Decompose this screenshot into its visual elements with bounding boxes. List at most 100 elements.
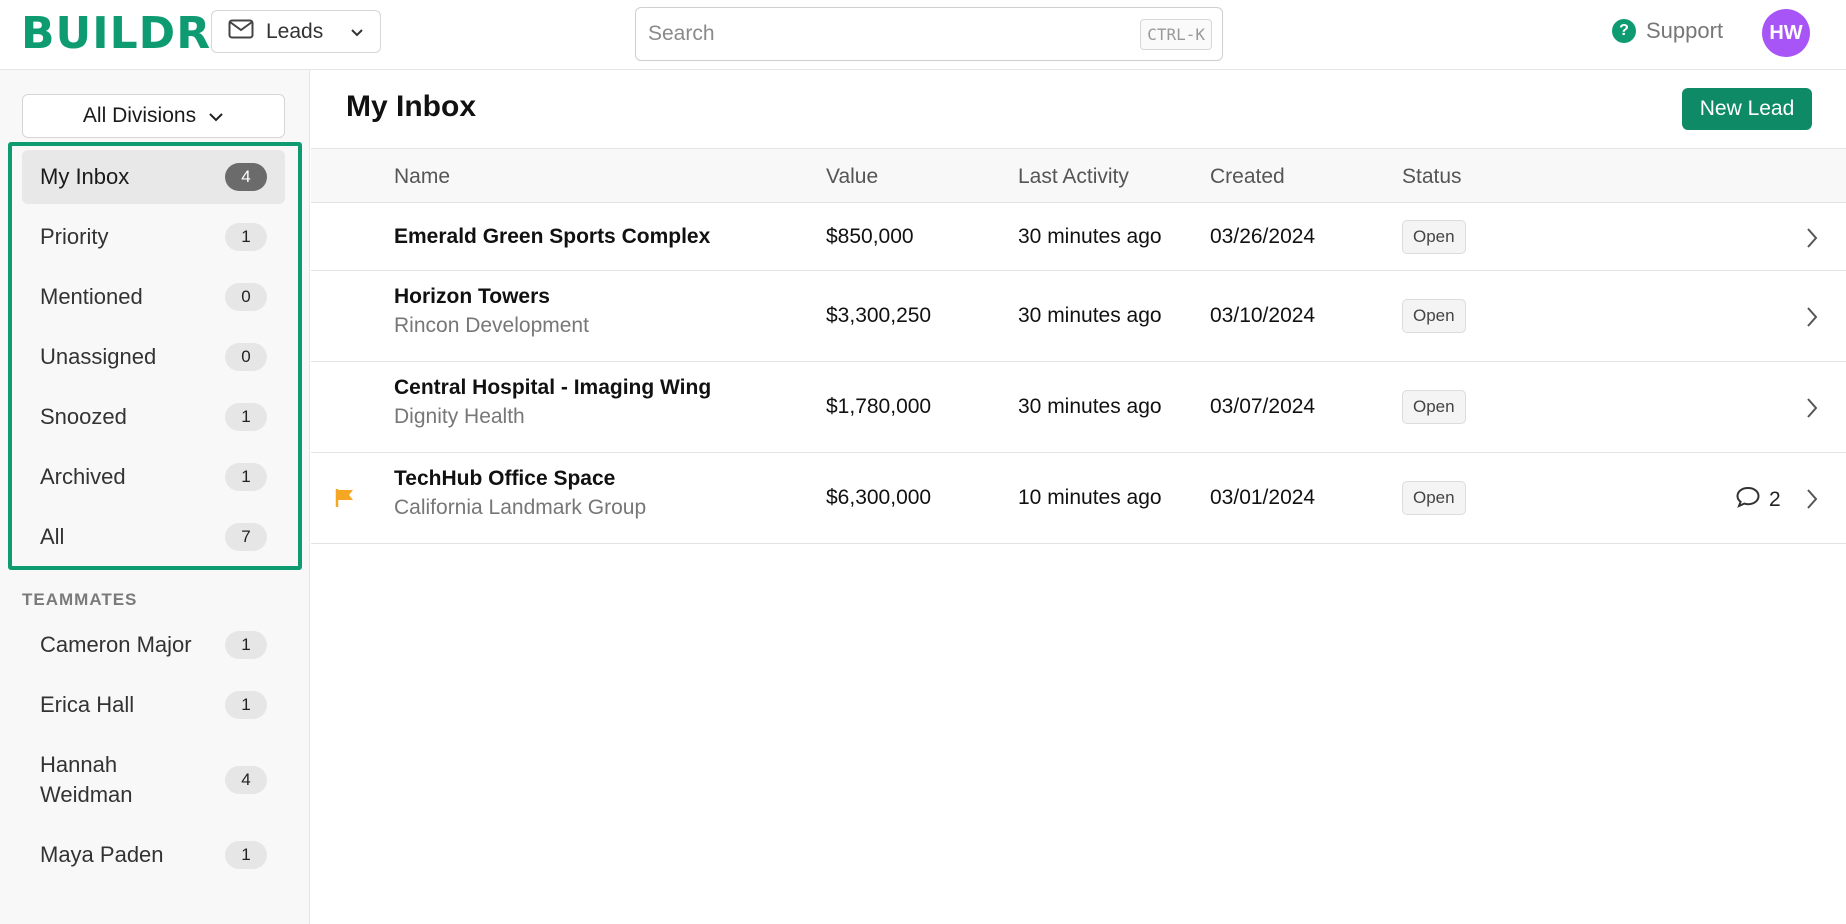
sidebar-item-priority[interactable]: Priority 1 bbox=[22, 210, 285, 264]
count-badge: 1 bbox=[225, 403, 267, 431]
table-row[interactable]: Central Hospital - Imaging Wing Dignity … bbox=[311, 362, 1846, 453]
divisions-dropdown[interactable]: All Divisions bbox=[22, 94, 285, 138]
status-badge: Open bbox=[1402, 390, 1466, 424]
count-badge: 1 bbox=[225, 841, 267, 869]
status-badge: Open bbox=[1402, 220, 1466, 254]
lead-value: $6,300,000 bbox=[826, 486, 932, 509]
lead-name-cell: TechHub Office Space California Landmark… bbox=[394, 467, 646, 520]
table-row[interactable]: Horizon Towers Rincon Development $3,300… bbox=[311, 271, 1846, 362]
search-shortcut-hint: CTRL-K bbox=[1140, 18, 1212, 50]
comment-count-value: 2 bbox=[1769, 488, 1781, 511]
lead-last-activity: 30 minutes ago bbox=[1018, 395, 1162, 418]
divisions-label: All Divisions bbox=[82, 104, 197, 127]
status-badge: Open bbox=[1402, 299, 1466, 333]
lead-last-activity: 30 minutes ago bbox=[1018, 304, 1162, 327]
sidebar-item-label: All bbox=[40, 524, 65, 549]
count-badge: 4 bbox=[225, 766, 267, 794]
sidebar-item-label: Cameron Major bbox=[40, 632, 192, 657]
lead-value: $1,780,000 bbox=[826, 395, 932, 418]
lead-created: 03/01/2024 bbox=[1210, 486, 1316, 509]
chevron-down-icon bbox=[208, 104, 224, 128]
sidebar-item-label: Unassigned bbox=[40, 344, 157, 369]
search-box[interactable]: CTRL-K bbox=[635, 7, 1223, 61]
product-switcher-label: Leads bbox=[266, 19, 324, 43]
product-switcher[interactable]: Leads bbox=[211, 10, 381, 53]
sidebar-item-teammate[interactable]: Maya Paden 1 bbox=[22, 828, 285, 882]
table-row[interactable]: Emerald Green Sports Complex $850,000 30… bbox=[311, 204, 1846, 271]
count-badge: 4 bbox=[225, 163, 267, 191]
sidebar-item-mentioned[interactable]: Mentioned 0 bbox=[22, 270, 285, 324]
chevron-right-icon[interactable] bbox=[1805, 396, 1819, 425]
sidebar-item-unassigned[interactable]: Unassigned 0 bbox=[22, 330, 285, 384]
count-badge: 0 bbox=[225, 283, 267, 311]
comment-count[interactable]: 2 bbox=[1735, 485, 1781, 515]
lead-created: 03/10/2024 bbox=[1210, 304, 1316, 327]
chevron-right-icon[interactable] bbox=[1805, 226, 1819, 255]
lead-name-cell: Horizon Towers Rincon Development bbox=[394, 285, 589, 338]
sidebar-item-label: Hannah Weidman bbox=[40, 750, 133, 810]
lead-created: 03/07/2024 bbox=[1210, 395, 1316, 418]
sidebar-item-teammate[interactable]: Erica Hall 1 bbox=[22, 678, 285, 732]
table-row[interactable]: TechHub Office Space California Landmark… bbox=[311, 453, 1846, 544]
lead-last-activity: 10 minutes ago bbox=[1018, 486, 1162, 509]
envelope-icon bbox=[228, 19, 254, 45]
sidebar: All Divisions My Inbox 4 Priority 1 Ment… bbox=[0, 70, 310, 924]
lead-created: 03/26/2024 bbox=[1210, 225, 1316, 248]
lead-name: Emerald Green Sports Complex bbox=[394, 225, 711, 248]
lead-last-activity: 30 minutes ago bbox=[1018, 225, 1162, 248]
lead-company: Dignity Health bbox=[394, 405, 525, 428]
lead-name: TechHub Office Space bbox=[394, 467, 616, 490]
lead-name-cell: Central Hospital - Imaging Wing Dignity … bbox=[394, 376, 711, 429]
count-badge: 1 bbox=[225, 691, 267, 719]
support-label: Support bbox=[1646, 18, 1724, 43]
lead-name: Central Hospital - Imaging Wing bbox=[394, 376, 712, 399]
count-badge: 1 bbox=[225, 631, 267, 659]
sidebar-item-label: Archived bbox=[40, 464, 126, 489]
sidebar-item-my-inbox[interactable]: My Inbox 4 bbox=[22, 150, 285, 204]
column-header-value[interactable]: Value bbox=[826, 165, 878, 189]
lead-company: California Landmark Group bbox=[394, 496, 647, 519]
count-badge: 0 bbox=[225, 343, 267, 371]
lead-value: $850,000 bbox=[826, 225, 914, 248]
top-bar: BUILDR Leads CTRL-K ? Support HW bbox=[0, 0, 1846, 70]
flag-icon bbox=[334, 487, 356, 514]
sidebar-item-label: Snoozed bbox=[40, 404, 127, 429]
sidebar-item-label: Mentioned bbox=[40, 284, 143, 309]
teammates-heading: TEAMMATES bbox=[22, 590, 138, 609]
column-header-status[interactable]: Status bbox=[1402, 165, 1462, 189]
sidebar-item-teammate[interactable]: Cameron Major 1 bbox=[22, 618, 285, 672]
count-badge: 7 bbox=[225, 523, 267, 551]
lead-name: Horizon Towers bbox=[394, 285, 550, 308]
chevron-right-icon[interactable] bbox=[1805, 487, 1819, 516]
status-badge: Open bbox=[1402, 481, 1466, 515]
page-title: My Inbox bbox=[346, 90, 477, 123]
main-content: My Inbox New Lead Name Value Last Activi… bbox=[311, 70, 1846, 924]
sidebar-item-label: Maya Paden bbox=[40, 842, 164, 867]
teammate-last-name: Weidman bbox=[40, 782, 133, 807]
column-header-name[interactable]: Name bbox=[394, 165, 450, 189]
search-input[interactable] bbox=[648, 22, 1141, 46]
teammate-first-name: Hannah bbox=[40, 752, 118, 777]
sidebar-item-all[interactable]: All 7 bbox=[22, 510, 285, 564]
lead-value: $3,300,250 bbox=[826, 304, 932, 327]
app-logo[interactable]: BUILDR bbox=[21, 10, 211, 58]
sidebar-item-teammate[interactable]: Hannah Weidman 4 bbox=[22, 738, 285, 822]
sidebar-item-label: My Inbox bbox=[40, 164, 130, 189]
table-header: Name Value Last Activity Created Status bbox=[311, 148, 1846, 203]
lead-name-cell: Emerald Green Sports Complex bbox=[394, 225, 710, 249]
comment-bubble-icon bbox=[1735, 485, 1761, 515]
help-circle-icon: ? bbox=[1612, 19, 1636, 43]
sidebar-item-label: Priority bbox=[40, 224, 109, 249]
count-badge: 1 bbox=[225, 463, 267, 491]
column-header-last-activity[interactable]: Last Activity bbox=[1018, 165, 1129, 189]
sidebar-item-archived[interactable]: Archived 1 bbox=[22, 450, 285, 504]
user-avatar[interactable]: HW bbox=[1762, 9, 1810, 57]
chevron-right-icon[interactable] bbox=[1805, 305, 1819, 334]
sidebar-item-snoozed[interactable]: Snoozed 1 bbox=[22, 390, 285, 444]
column-header-created[interactable]: Created bbox=[1210, 165, 1285, 189]
count-badge: 1 bbox=[225, 223, 267, 251]
support-link[interactable]: ? Support bbox=[1612, 18, 1723, 44]
new-lead-button[interactable]: New Lead bbox=[1682, 88, 1812, 130]
sidebar-item-label: Erica Hall bbox=[40, 692, 135, 717]
chevron-down-icon bbox=[350, 20, 364, 44]
